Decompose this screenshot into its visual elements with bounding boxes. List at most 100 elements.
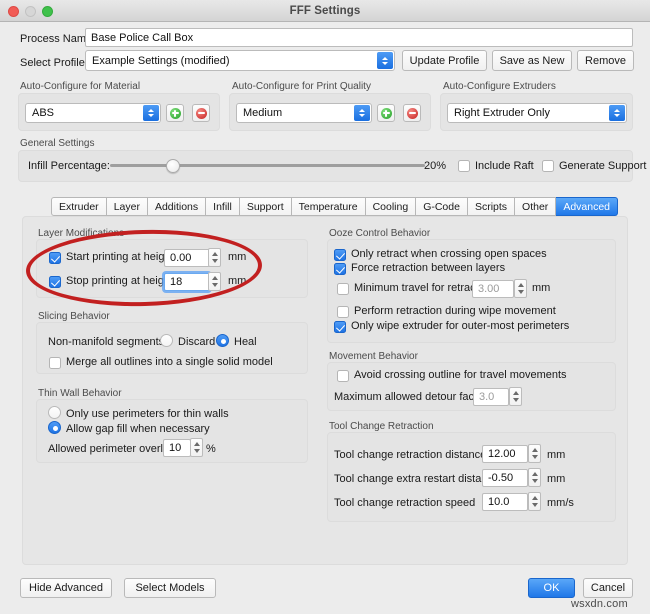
infill-slider-knob[interactable] [166,159,180,173]
tool-change-restart-unit: mm [547,473,566,485]
generate-support-checkbox[interactable] [542,160,554,172]
avoid-crossing-checkbox[interactable] [337,370,349,382]
chevron-updown-icon[interactable] [609,105,625,121]
tool-change-speed-input[interactable]: 10.0 [482,493,528,511]
ok-button[interactable]: OK [528,578,575,598]
tool-change-speed-unit: mm/s [547,497,574,509]
tab-label: Advanced [563,200,611,213]
tab-cooling[interactable]: Cooling [365,197,417,216]
tab-temperature[interactable]: Temperature [291,197,366,216]
detour-factor-stepper[interactable] [509,387,522,406]
plus-circle-icon [169,107,181,119]
stop-printing-unit: mm [228,275,247,287]
start-printing-checkbox[interactable] [49,252,61,264]
tab-label: Temperature [298,200,358,213]
tab-scripts[interactable]: Scripts [467,197,516,216]
force-retraction-checkbox[interactable] [334,263,346,275]
stop-printing-checkbox[interactable] [49,276,61,288]
heal-label: Heal [234,336,257,348]
tool-change-speed-stepper[interactable] [528,492,541,511]
start-printing-unit: mm [228,251,247,263]
tab-advanced[interactable]: Advanced [556,197,619,216]
tab-layer[interactable]: Layer [106,197,148,216]
chevron-updown-icon[interactable] [143,105,159,121]
stop-printing-stepper[interactable] [208,272,221,291]
heal-radio[interactable] [216,334,229,347]
start-printing-input[interactable]: 0.00 [164,249,210,267]
include-raft-checkbox[interactable] [458,160,470,172]
watermark: wsxdn.com [571,598,628,610]
only-retract-label: Only retract when crossing open spaces [351,248,547,260]
chevron-updown-icon[interactable] [354,105,370,121]
tab-label: G-Code [423,200,460,213]
outer-wipe-checkbox[interactable] [334,321,346,333]
perimeter-overlap-stepper[interactable] [190,438,203,457]
fff-settings-window: FFF Settings Process Name: Base Police C… [0,0,650,614]
cancel-button[interactable]: Cancel [583,578,633,598]
infill-slider-track[interactable] [110,164,425,167]
infill-percentage-value: 20% [424,160,447,172]
infill-percentage-label: Infill Percentage: [28,160,110,172]
select-profile-dropdown[interactable]: Example Settings (modified) [85,50,395,71]
tab-label: Support [246,200,284,213]
select-models-button[interactable]: Select Models [124,578,216,598]
material-dropdown[interactable]: ABS [25,103,161,123]
extruders-dropdown[interactable]: Right Extruder Only [447,103,627,123]
general-settings-title: General Settings [20,138,95,149]
chevron-updown-icon[interactable] [377,52,393,69]
quality-remove-button[interactable] [403,104,421,122]
tab-g-code[interactable]: G-Code [416,197,468,216]
tab-additions[interactable]: Additions [147,197,207,216]
tool-change-distance-unit: mm [547,449,566,461]
update-profile-button[interactable]: Update Profile [402,50,487,71]
merge-outlines-checkbox[interactable] [49,357,61,369]
minus-circle-icon [406,107,418,119]
perimeters-only-label: Only use perimeters for thin walls [66,408,229,420]
tool-change-distance-stepper[interactable] [528,444,541,463]
tab-other[interactable]: Other [515,197,557,216]
tool-change-restart-stepper[interactable] [528,468,541,487]
tab-extruder[interactable]: Extruder [51,197,107,216]
perimeters-only-radio[interactable] [48,406,61,419]
stop-printing-label: Stop printing at height [66,275,174,287]
detour-factor-label: Maximum allowed detour factor [334,391,487,403]
ooze-control-title: Ooze Control Behavior [329,228,431,239]
discard-label: Discard [178,336,216,348]
save-as-new-button[interactable]: Save as New [492,50,572,71]
tool-change-distance-input[interactable]: 12.00 [482,445,528,463]
quality-add-button[interactable] [377,104,395,122]
min-travel-input[interactable]: 3.00 [472,280,514,298]
movement-behavior-title: Movement Behavior [329,351,418,362]
perimeter-overlap-input[interactable]: 10 [163,439,191,457]
wipe-retraction-checkbox[interactable] [337,306,349,318]
tool-change-restart-input[interactable]: -0.50 [482,469,528,487]
quality-value: Medium [243,107,283,119]
material-group-title: Auto-Configure for Material [20,81,141,92]
detour-factor-input[interactable]: 3.0 [473,388,509,406]
start-printing-stepper[interactable] [208,248,221,267]
min-travel-stepper[interactable] [514,279,527,298]
gap-fill-radio[interactable] [48,421,61,434]
thin-wall-behavior-title: Thin Wall Behavior [38,388,122,399]
perimeter-overlap-unit: % [206,443,216,455]
settings-tabbar[interactable]: Extruder Layer Additions Infill Support Tempe… [51,197,619,216]
plus-circle-icon [380,107,392,119]
tab-infill[interactable]: Infill [206,197,240,216]
material-remove-button[interactable] [192,104,210,122]
window-title: FFF Settings [289,5,361,17]
process-name-input[interactable]: Base Police Call Box [85,28,633,47]
stop-printing-input[interactable]: 18 [164,273,210,291]
quality-dropdown[interactable]: Medium [236,103,372,123]
only-retract-checkbox[interactable] [334,249,346,261]
remove-button[interactable]: Remove [577,50,634,71]
include-raft-label: Include Raft [475,160,534,172]
window-titlebar: FFF Settings [0,0,650,22]
tab-support[interactable]: Support [239,197,292,216]
tab-label: Scripts [474,200,508,213]
min-travel-checkbox[interactable] [337,283,349,295]
hide-advanced-button[interactable]: Hide Advanced [20,578,112,598]
outer-wipe-label: Only wipe extruder for outer-most perime… [351,320,570,332]
slicing-behavior-title: Slicing Behavior [38,311,110,322]
discard-radio[interactable] [160,334,173,347]
material-add-button[interactable] [166,104,184,122]
